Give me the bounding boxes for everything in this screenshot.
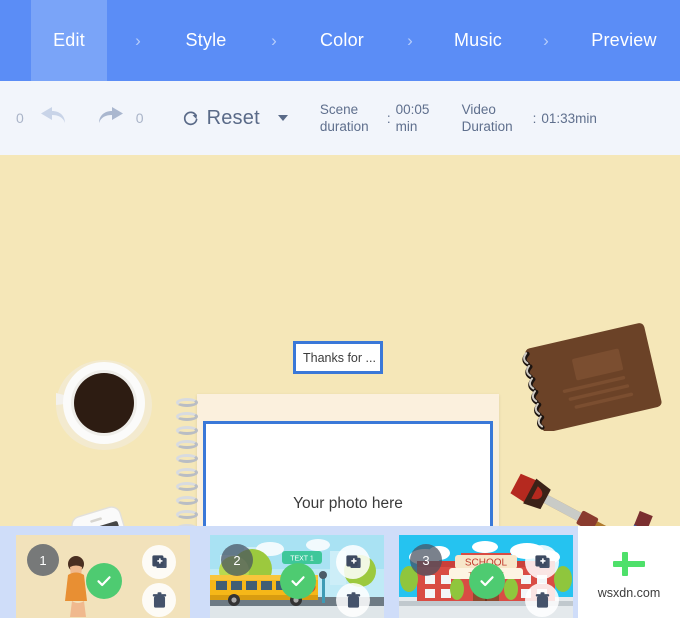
scene-number-badge: 3 bbox=[410, 544, 442, 576]
chevron-right-icon-2: › bbox=[271, 30, 277, 50]
nav-step-music[interactable]: Music bbox=[441, 0, 515, 81]
watermark-text: wsxdn.com bbox=[597, 586, 661, 600]
scene-duration-group: Scene duration : 00:05 min bbox=[320, 101, 444, 135]
scene-number-1: 1 bbox=[39, 552, 47, 568]
check-icon-3[interactable] bbox=[469, 563, 505, 599]
scene-thumbnail-1[interactable]: 1 bbox=[16, 535, 190, 618]
video-duration-label: Video Duration bbox=[461, 102, 513, 134]
nav-step-color[interactable]: Color bbox=[305, 0, 379, 81]
workflow-nav: Edit › Style › Color › Music › Preview bbox=[0, 0, 680, 81]
nav-step-style-label: Style bbox=[185, 30, 227, 50]
smartphone-icon bbox=[58, 503, 158, 526]
trash-icon-1[interactable] bbox=[142, 583, 176, 617]
nav-step-music-label: Music bbox=[453, 30, 502, 50]
check-icon-1[interactable] bbox=[86, 563, 122, 599]
plus-icon[interactable] bbox=[609, 544, 649, 584]
text-element-value: Thanks for ... bbox=[303, 350, 376, 365]
photo-placeholder-label: Your photo here bbox=[293, 494, 403, 512]
scene-duration-value[interactable]: 00:05 min bbox=[396, 101, 444, 135]
spiral-binding bbox=[176, 398, 202, 526]
hand-holding-brush-icon bbox=[492, 451, 680, 526]
nav-step-preview[interactable]: Preview bbox=[577, 0, 671, 81]
refresh-icon bbox=[182, 110, 199, 127]
chevron-right-icon-3: › bbox=[407, 30, 413, 50]
scene-number-badge: 2 bbox=[221, 544, 253, 576]
scene-thumbnail-3[interactable]: SCHOOL TYPE TEXT 3 bbox=[399, 535, 573, 618]
nav-step-preview-label: Preview bbox=[591, 30, 657, 50]
svg-text:TEXT 1: TEXT 1 bbox=[290, 556, 314, 563]
nav-step-edit[interactable]: Edit bbox=[31, 0, 107, 81]
trash-icon-2[interactable] bbox=[336, 583, 370, 617]
scene-duration-colon: : bbox=[386, 110, 391, 126]
undo-count: 0 bbox=[16, 110, 24, 126]
duplicate-icon-1[interactable] bbox=[142, 545, 176, 579]
reset-button[interactable]: Reset bbox=[182, 107, 288, 130]
scene-number-badge: 1 bbox=[27, 544, 59, 576]
duplicate-icon-3[interactable] bbox=[525, 545, 559, 579]
undo-arrow-icon[interactable] bbox=[38, 105, 68, 131]
trash-icon-3[interactable] bbox=[525, 583, 559, 617]
video-editor-app: Edit › Style › Color › Music › Preview 0 bbox=[0, 0, 680, 618]
scene-number-3: 3 bbox=[422, 552, 430, 568]
scene-filmstrip: 1 TEXT 1 2 3 bbox=[0, 526, 578, 618]
duplicate-icon-2[interactable] bbox=[336, 545, 370, 579]
editor-canvas[interactable]: Your photo here Thanks for ... bbox=[0, 155, 680, 526]
chevron-down-icon[interactable] bbox=[277, 115, 288, 121]
scene-thumbnail-2[interactable]: TEXT 1 2 bbox=[210, 535, 384, 618]
nav-step-color-label: Color bbox=[319, 30, 364, 50]
editor-toolbar: 0 0 Reset Scene duration : 00:05 min Vid… bbox=[0, 81, 680, 155]
photo-placeholder[interactable]: Your photo here bbox=[203, 421, 493, 526]
reset-label: Reset bbox=[206, 106, 260, 129]
chevron-right-icon-4: › bbox=[543, 30, 549, 50]
scene-number-2: 2 bbox=[233, 552, 241, 568]
video-duration-colon: : bbox=[532, 110, 537, 126]
redo-count: 0 bbox=[135, 110, 144, 126]
nav-step-style[interactable]: Style bbox=[169, 0, 243, 81]
nav-step-edit-label: Edit bbox=[53, 30, 85, 50]
check-icon-2[interactable] bbox=[280, 563, 316, 599]
video-duration-group: Video Duration : 01:33min bbox=[462, 101, 597, 135]
coffee-cup-icon bbox=[52, 351, 156, 455]
notebook-icon bbox=[512, 321, 672, 433]
add-scene-panel[interactable]: wsxdn.com bbox=[578, 526, 680, 618]
scene-duration-label: Scene duration bbox=[319, 102, 369, 134]
redo-arrow-icon[interactable] bbox=[96, 105, 126, 131]
text-element[interactable]: Thanks for ... bbox=[293, 341, 383, 374]
video-duration-value: 01:33min bbox=[541, 110, 597, 126]
chevron-right-icon-1: › bbox=[135, 30, 141, 50]
